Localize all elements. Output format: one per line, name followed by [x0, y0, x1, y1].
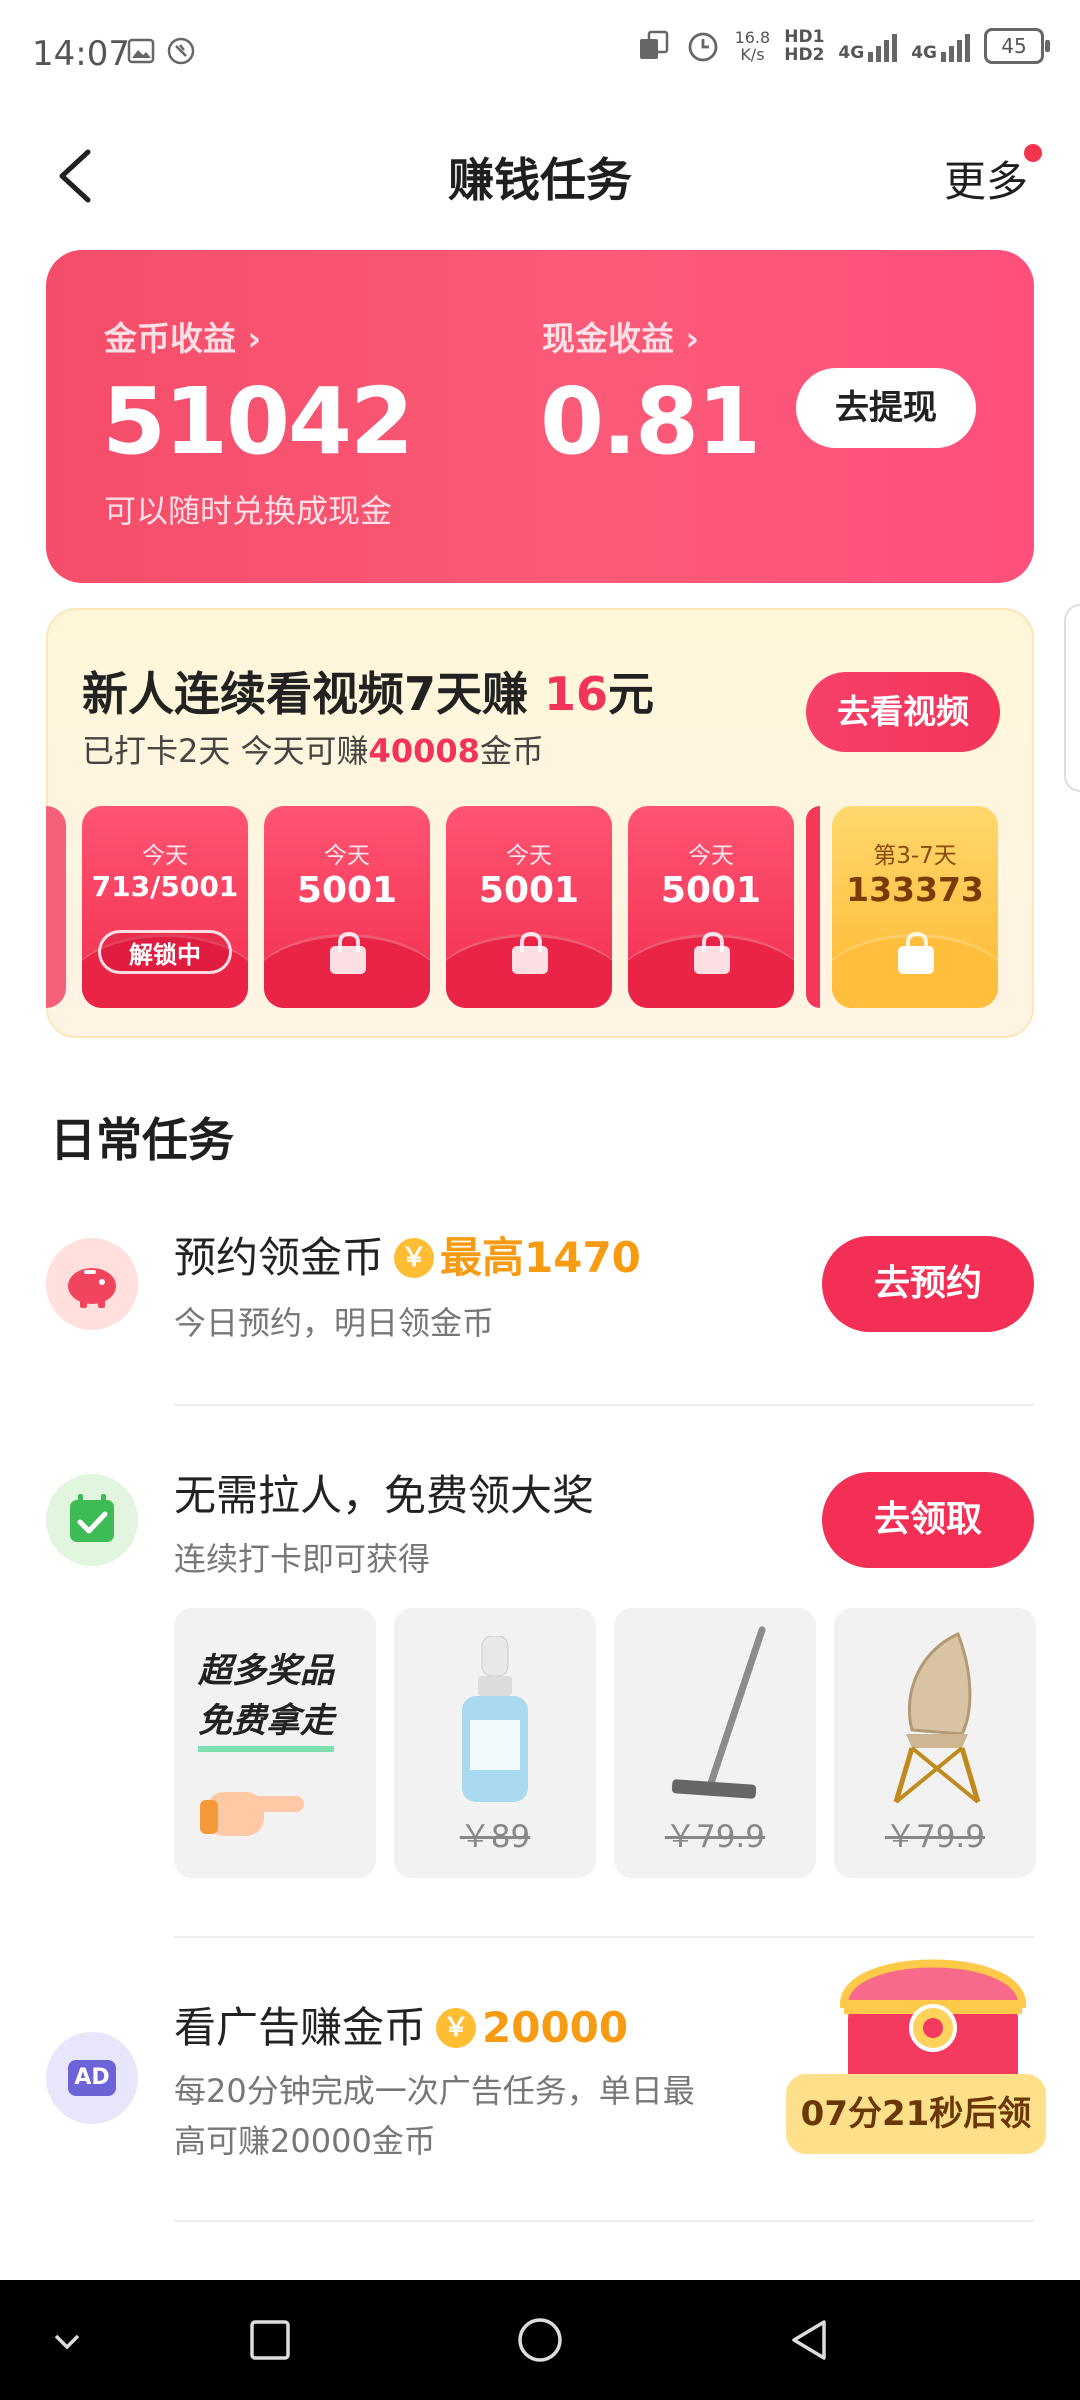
hd-indicator: HD1 HD2	[784, 27, 825, 65]
signal-sim1: 4G	[838, 30, 898, 62]
sync-icon	[167, 37, 195, 65]
task-reserve-desc: 今日预约，明日领金币	[174, 1304, 495, 1342]
envelope-day[interactable]: 今天 5001	[446, 806, 612, 1008]
task-ad-title: 看广告赚金币 ￥ 20000	[174, 2003, 629, 2052]
coin-icon: ￥	[436, 2007, 477, 2048]
prize-serum-card[interactable]: ￥89	[394, 1608, 596, 1878]
reserve-button[interactable]: 去预约	[822, 1236, 1034, 1332]
serum-bottle-icon	[462, 1636, 528, 1802]
prize-price: ￥79.9	[884, 1819, 986, 1855]
signal-icon	[941, 30, 970, 62]
ad-countdown-badge: 07分21秒后领	[786, 2074, 1046, 2154]
pointing-hand-icon	[200, 1792, 304, 1836]
earnings-card: 金币收益 › 51042 现金收益 › 0.81 可以随时兑换成现金 去提现	[46, 250, 1034, 583]
header: 赚钱任务 更多	[0, 110, 1080, 240]
daily-tasks-title: 日常任务	[50, 1113, 234, 1167]
status-bar: 14:07 16.8 K/s HD1 HD2 4G 4G 45	[0, 0, 1080, 110]
signal-sim2: 4G	[911, 30, 970, 62]
coin-earnings-label[interactable]: 金币收益 ›	[104, 312, 261, 360]
task-reserve-title: 预约领金币 ￥ 最高1470	[174, 1233, 641, 1282]
envelope-day[interactable]: 今天 5001	[628, 806, 794, 1008]
recents-square-icon[interactable]	[248, 2318, 292, 2362]
ad-icon: AD	[46, 2032, 138, 2124]
camping-chair-icon	[893, 1631, 981, 1804]
notification-dot	[1024, 144, 1042, 162]
claim-button[interactable]: 去领取	[822, 1472, 1034, 1568]
task-free-prize-desc: 连续打卡即可获得	[174, 1540, 431, 1578]
withdraw-button[interactable]: 去提现	[796, 368, 976, 448]
system-nav-bar	[0, 2280, 1080, 2400]
lock-icon	[512, 932, 548, 974]
prize-chair-card[interactable]: ￥79.9	[834, 1608, 1036, 1878]
side-tab[interactable]	[1064, 604, 1080, 792]
prize-price: ￥79.9	[664, 1819, 766, 1855]
piggy-bank-icon	[46, 1238, 138, 1330]
checkin-card: 新人连续看视频7天赚 16元 已打卡2天 今天可赚40008金币 去看视频 今天…	[46, 608, 1034, 1038]
back-triangle-icon[interactable]	[786, 2316, 834, 2364]
alarm-icon	[688, 32, 718, 62]
checkin-subtitle: 已打卡2天 今天可赚40008金币	[82, 732, 544, 770]
checkin-title: 新人连续看视频7天赚 16元	[82, 667, 655, 721]
task-ad-desc: 每20分钟完成一次广告任务，单日最 高可赚20000金币	[174, 2072, 695, 2160]
network-speed: 16.8 K/s	[734, 28, 771, 64]
status-time: 14:07	[32, 34, 130, 74]
page-title: 赚钱任务	[448, 153, 632, 207]
envelope-divider-edge	[806, 806, 820, 1008]
calendar-check-icon	[46, 1474, 138, 1566]
earnings-subtitle: 可以随时兑换成现金	[104, 492, 393, 530]
lock-icon	[694, 932, 730, 974]
task-free-prize-title: 无需拉人，免费领大奖	[174, 1471, 595, 1520]
mop-icon	[671, 1626, 766, 1799]
cash-earnings-value: 0.81	[540, 368, 761, 475]
prize-price: ￥89	[459, 1819, 531, 1855]
envelope-prev-edge	[46, 806, 66, 1008]
prize-mop-card[interactable]: ￥79.9	[614, 1608, 816, 1878]
prize-promo-card[interactable]: 超多奖品 免费拿走	[174, 1608, 376, 1878]
gallery-icon	[127, 38, 155, 64]
envelope-day[interactable]: 今天 5001	[264, 806, 430, 1008]
battery-icon: 45	[984, 28, 1050, 64]
lock-icon	[898, 932, 934, 974]
screen-mirror-icon	[639, 30, 668, 59]
envelope-day[interactable]: 今天 713/5001 解锁中	[82, 806, 248, 1008]
coin-earnings-value: 51042	[102, 368, 414, 475]
divider	[174, 1936, 1034, 1938]
divider	[174, 2220, 1034, 2222]
home-circle-icon[interactable]	[516, 2316, 564, 2364]
watch-video-button[interactable]: 去看视频	[806, 672, 1000, 752]
coin-icon: ￥	[394, 1237, 435, 1278]
envelope-bonus[interactable]: 第3-7天 133373	[832, 806, 998, 1008]
lock-icon	[330, 932, 366, 974]
unlocking-badge: 解锁中	[98, 930, 232, 974]
signal-icon	[868, 30, 898, 62]
divider	[174, 1404, 1034, 1406]
more-button[interactable]: 更多	[944, 148, 1028, 209]
cash-earnings-label[interactable]: 现金收益 ›	[542, 312, 699, 360]
chevron-down-icon[interactable]	[50, 2324, 84, 2358]
